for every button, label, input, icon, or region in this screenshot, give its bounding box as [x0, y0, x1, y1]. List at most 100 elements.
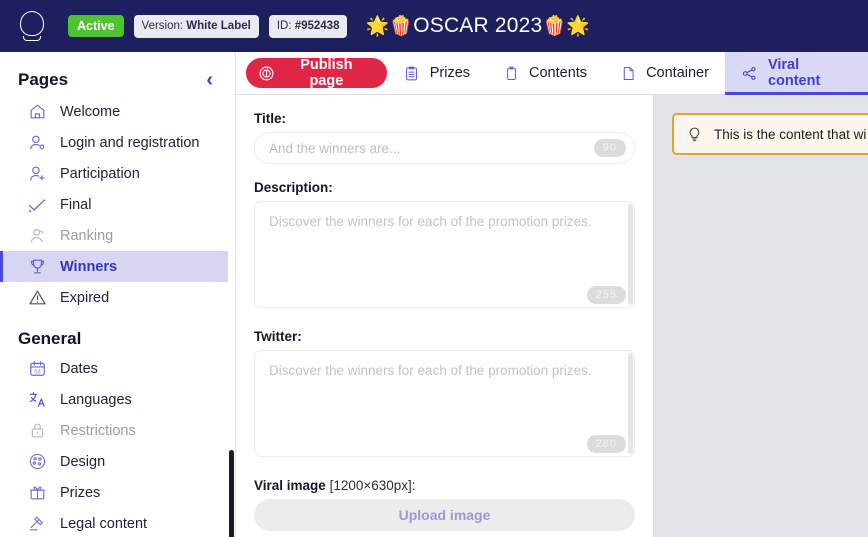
sidebar-scrollbar[interactable]: [228, 52, 235, 537]
sidebar-item-welcome[interactable]: Welcome: [0, 96, 235, 127]
lock-icon: [27, 421, 47, 441]
check-icon: [27, 195, 47, 215]
viral-image-label-text: Viral image: [254, 478, 326, 493]
crystal-ball-logo: [18, 11, 46, 41]
sidebar-item-dates[interactable]: 03 Dates: [0, 353, 235, 384]
main-panel: Publish page Prizes Contents Container V…: [236, 52, 868, 537]
sidebar-item-login-and-registration[interactable]: Login and registration: [0, 127, 235, 158]
clipboard-list-icon: [403, 64, 421, 82]
page-title: 🌟🍿 OSCAR 2023 🍿🌟: [365, 14, 590, 38]
sidebar-item-legal-content[interactable]: Legal content: [0, 508, 235, 537]
tab-label: Container: [646, 65, 709, 81]
chevron-left-icon[interactable]: ‹: [202, 70, 217, 90]
user-add-icon: [27, 164, 47, 184]
sidebar-item-label: Welcome: [60, 103, 121, 120]
publish-page-label: Publish page: [300, 57, 353, 89]
gift-icon: [27, 483, 47, 503]
id-badge: ID: #952438: [268, 14, 348, 38]
viral-image-label: Viral image [1200×630px]:: [254, 478, 635, 493]
tab-contents[interactable]: Contents: [486, 52, 603, 94]
status-badge: Active: [68, 15, 124, 37]
warning-icon: [27, 288, 47, 308]
tab-label: Viral content: [767, 57, 821, 89]
sidebar-heading-general: General: [18, 329, 82, 348]
palette-icon: [27, 452, 47, 472]
gavel-icon: [27, 514, 47, 534]
tab-label: Prizes: [429, 65, 471, 81]
publish-page-button[interactable]: Publish page: [246, 57, 387, 89]
sidebar-item-label: Restrictions: [60, 422, 136, 439]
sidebar-item-label: Legal content: [60, 515, 148, 532]
svg-text:03: 03: [34, 369, 40, 375]
tab-bar: Publish page Prizes Contents Container V…: [236, 52, 868, 95]
sidebar-item-label: Ranking: [60, 227, 114, 244]
sidebar: Pages ‹ Welcome Login and registration P…: [0, 52, 236, 537]
twitter-label: Twitter:: [254, 329, 302, 344]
lightbulb-icon: [686, 125, 703, 144]
app-root: Active Version: White Label ID: #952438 …: [0, 0, 868, 537]
home-icon: [27, 102, 47, 122]
title-label: Title:: [254, 111, 287, 126]
tab-viral-content[interactable]: Viral content: [724, 52, 868, 95]
sidebar-item-label: Prizes: [60, 484, 101, 501]
sidebar-item-label: Design: [60, 453, 106, 470]
sidebar-item-label: Expired: [60, 289, 110, 306]
calendar-icon: 03: [27, 359, 47, 379]
version-prefix: Version:: [141, 19, 187, 32]
sidebar-item-label: Dates: [60, 360, 98, 377]
sidebar-item-restrictions[interactable]: Restrictions: [0, 415, 235, 446]
viral-image-dimensions: [1200×630px]:: [329, 478, 416, 493]
title-input[interactable]: [254, 132, 635, 164]
version-value: White Label: [186, 19, 251, 32]
sidebar-item-final[interactable]: Final: [0, 189, 235, 220]
page-icon: [619, 64, 637, 82]
preview-pane: This is the content that wi: [654, 95, 868, 537]
ranking-icon: [27, 226, 47, 246]
top-bar: Active Version: White Label ID: #952438 …: [0, 0, 868, 52]
sidebar-item-expired[interactable]: Expired: [0, 282, 235, 313]
emoji-right: 🍿🌟: [542, 16, 591, 37]
twitter-field-wrapper: 280: [254, 350, 635, 462]
sidebar-item-label: Participation: [60, 165, 140, 182]
share-icon: [741, 64, 759, 82]
logo-ball: [20, 11, 44, 36]
promo-name: OSCAR 2023: [413, 14, 543, 37]
viral-content-form: Title: 90 Description: 255 Twitter:: [236, 95, 654, 537]
twitter-scrollbar[interactable]: [628, 353, 633, 454]
sidebar-header: Pages ‹: [0, 56, 235, 96]
sidebar-item-participation[interactable]: Participation: [0, 158, 235, 189]
sidebar-item-label: Login and registration: [60, 134, 200, 151]
description-label: Description:: [254, 180, 333, 195]
sidebar-heading-pages: Pages: [18, 70, 69, 89]
tip-banner: This is the content that wi: [672, 113, 868, 155]
id-prefix: ID:: [276, 19, 295, 32]
tab-label: Contents: [529, 65, 588, 81]
publish-icon: [258, 65, 275, 82]
user-check-icon: [27, 133, 47, 153]
sidebar-item-ranking[interactable]: Ranking: [0, 220, 235, 251]
description-field-wrapper: 255: [254, 201, 635, 313]
sidebar-item-prizes[interactable]: Prizes: [0, 477, 235, 508]
trophy-icon: [27, 257, 47, 277]
upload-image-button[interactable]: Upload image: [254, 499, 635, 531]
sidebar-item-languages[interactable]: Languages: [0, 384, 235, 415]
sidebar-item-design[interactable]: Design: [0, 446, 235, 477]
tab-prizes[interactable]: Prizes: [387, 52, 486, 94]
id-value: #952438: [294, 19, 340, 32]
clipboard-icon: [502, 64, 520, 82]
sidebar-item-label: Final: [60, 196, 92, 213]
tab-container[interactable]: Container: [603, 52, 725, 94]
content-row: Title: 90 Description: 255 Twitter:: [236, 95, 868, 537]
description-textarea[interactable]: [254, 201, 635, 308]
logo-base: [23, 36, 41, 41]
version-badge: Version: White Label: [133, 14, 259, 38]
sidebar-scrollbar-thumb[interactable]: [229, 450, 234, 537]
body-region: Pages ‹ Welcome Login and registration P…: [0, 52, 868, 537]
description-scrollbar[interactable]: [628, 204, 633, 305]
sidebar-item-label: Languages: [60, 391, 132, 408]
translate-icon: [27, 390, 47, 410]
twitter-textarea[interactable]: [254, 350, 635, 457]
emoji-left: 🌟🍿: [365, 16, 414, 37]
sidebar-item-winners[interactable]: Winners: [0, 251, 235, 282]
title-field-wrapper: 90: [254, 132, 635, 164]
